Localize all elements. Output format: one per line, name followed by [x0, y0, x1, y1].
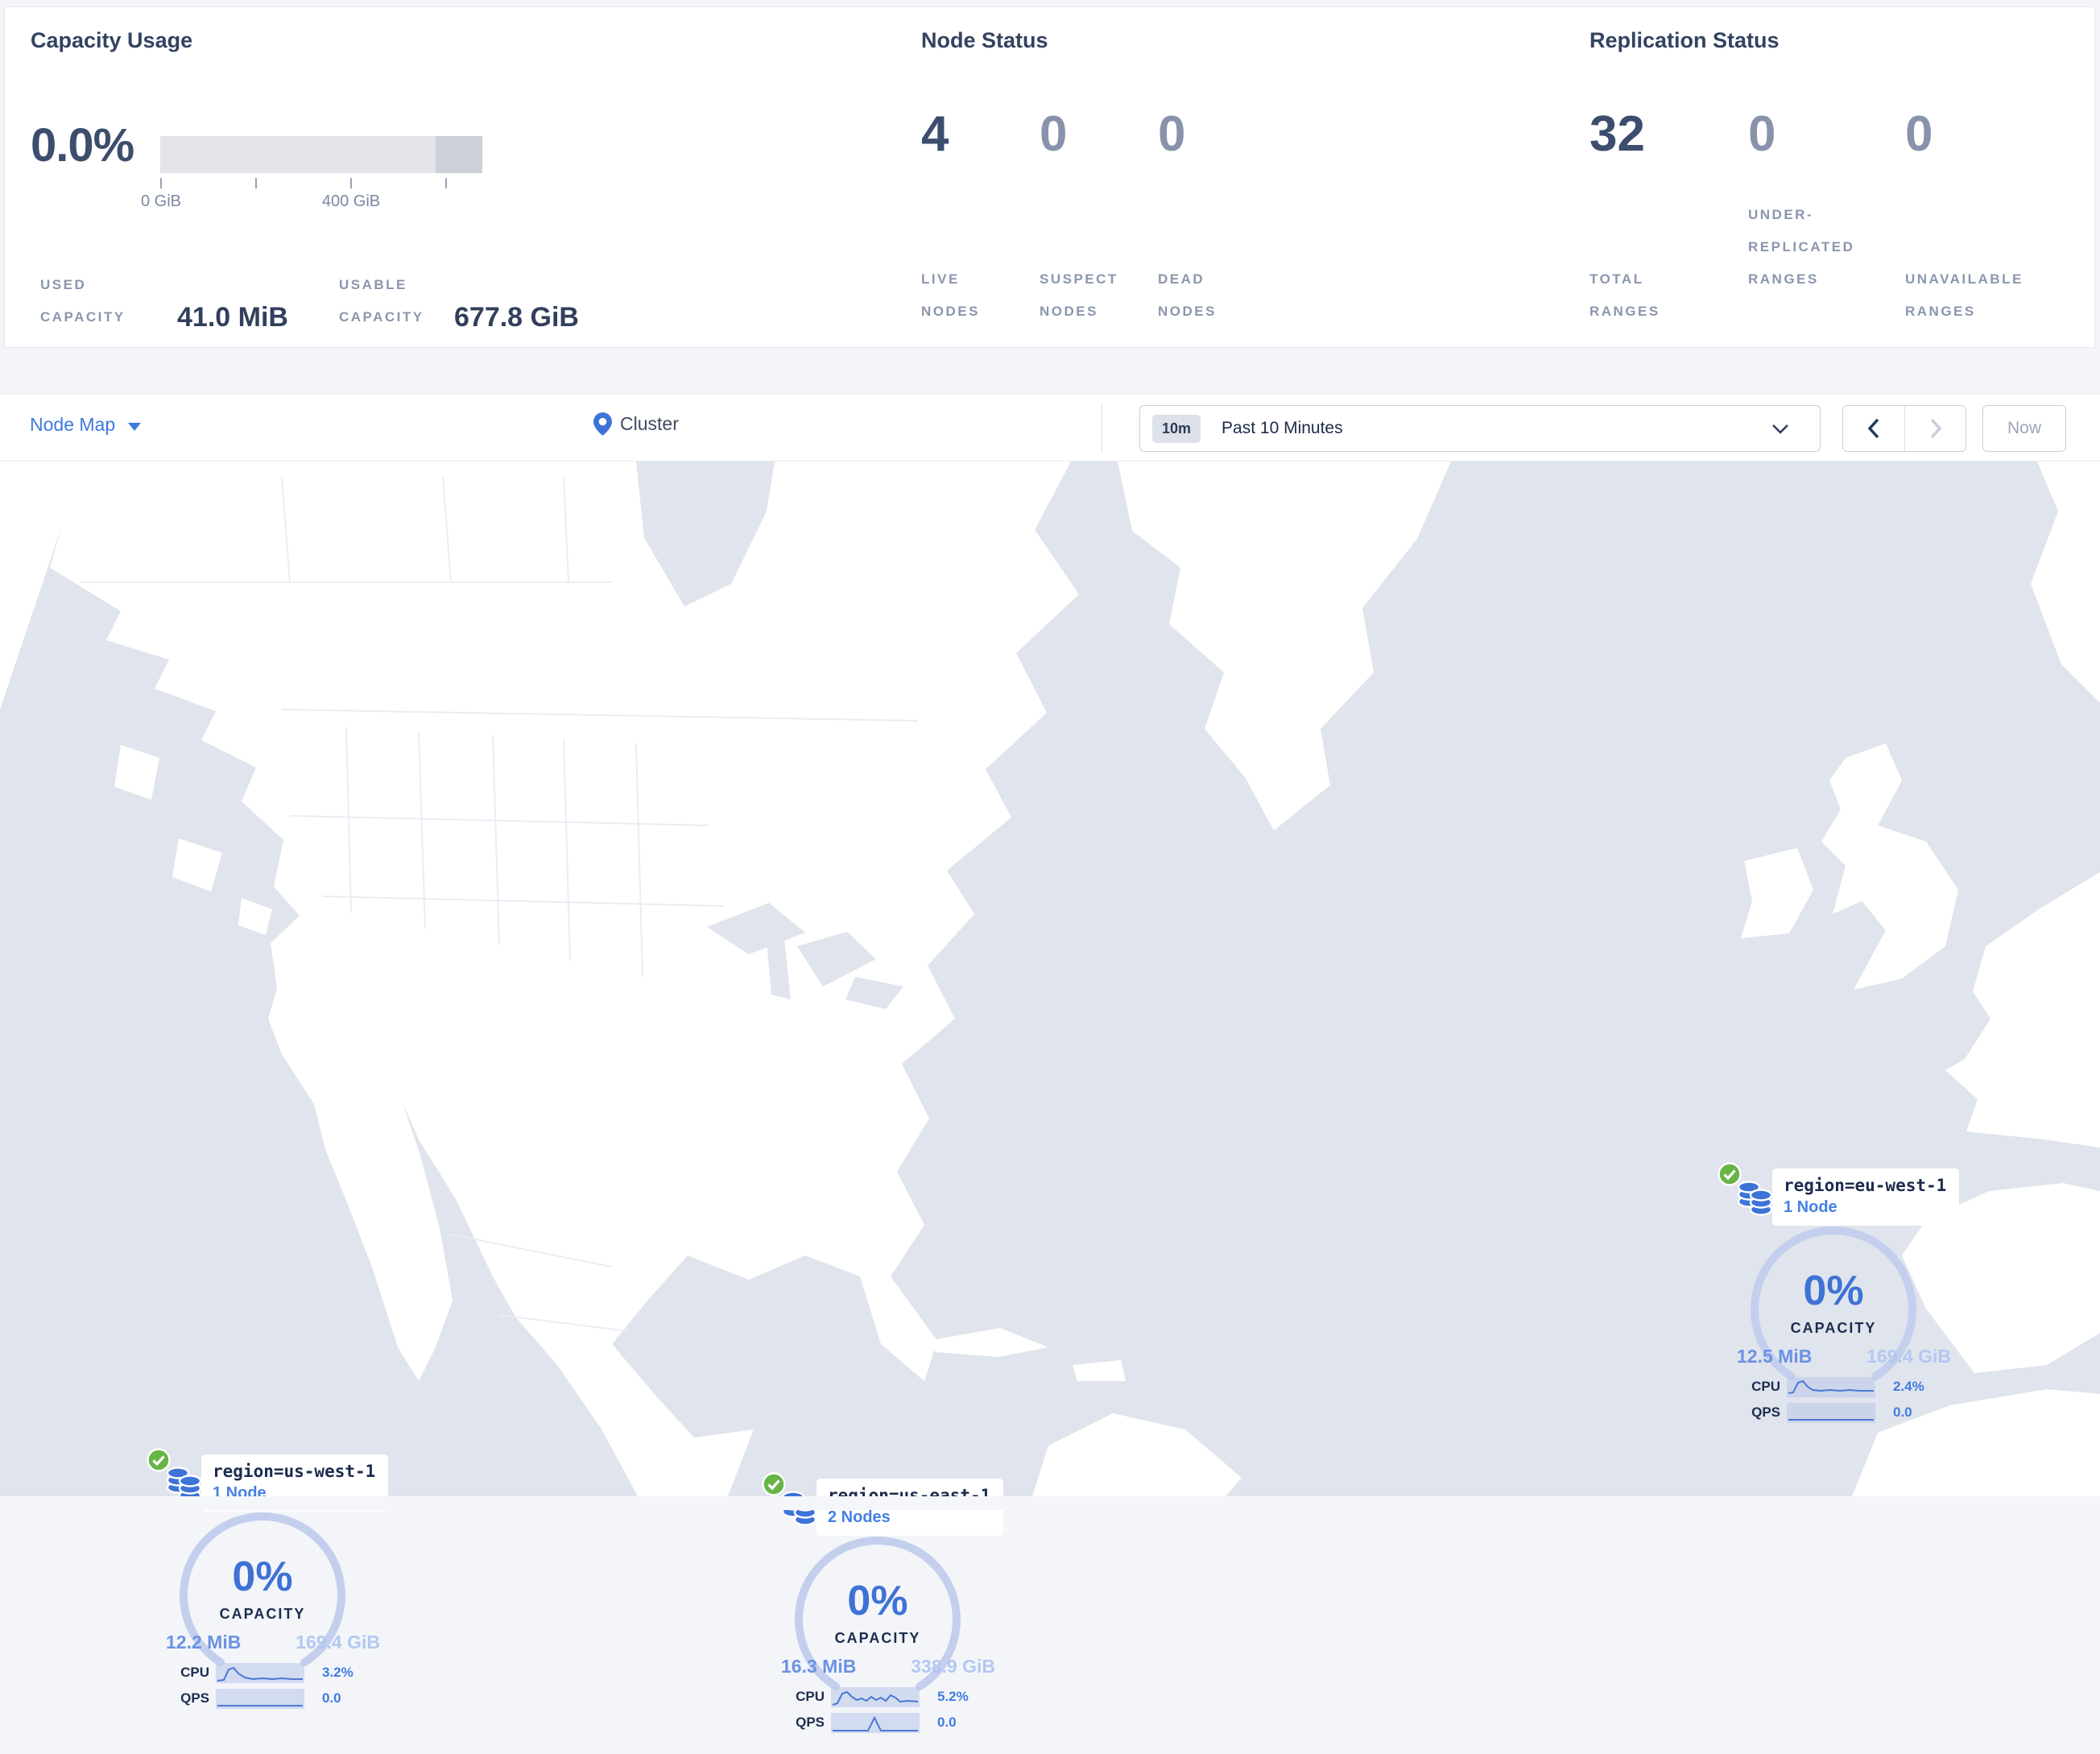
dead-nodes-count: 0 — [1158, 106, 1186, 162]
chevron-down-icon — [1772, 424, 1788, 434]
replication-status-title: Replication Status — [1589, 28, 1780, 52]
time-step-buttons — [1842, 405, 1966, 452]
now-button[interactable]: Now — [1982, 405, 2066, 452]
view-selector-label: Node Map — [30, 414, 116, 435]
region-cpu-row: CPU 3.2% — [121, 1662, 404, 1683]
live-nodes-label: LIVE NODES — [921, 271, 980, 319]
qps-value: 0.0 — [322, 1690, 341, 1706]
region-badge-us-west-1[interactable]: region=us-west-1 1 Node 0% CAPACITY 12.2… — [121, 1448, 404, 1730]
time-range-label: Past 10 Minutes — [1222, 419, 1343, 437]
qps-sparkline — [1787, 1402, 1875, 1423]
capacity-axis-tick — [160, 178, 162, 188]
region-node-count: 1 Node — [1784, 1198, 1838, 1216]
region-cpu-row: CPU 5.2% — [736, 1686, 1019, 1707]
qps-label: QPS — [796, 1715, 825, 1730]
cpu-sparkline — [216, 1662, 304, 1683]
qps-value: 0.0 — [1893, 1404, 1912, 1420]
region-name: region=us-west-1 — [213, 1462, 376, 1481]
capacity-usage-title: Capacity Usage — [31, 28, 193, 52]
gauge-percent: 0% — [1803, 1268, 1864, 1314]
cpu-value: 2.4% — [1893, 1379, 1924, 1394]
capacity-axis-label-0: 0 GiB — [140, 192, 182, 210]
under-replicated-ranges-label: UNDER- REPLICATED RANGES — [1748, 207, 1855, 287]
usable-capacity-label: USABLE CAPACITY — [339, 277, 424, 325]
cpu-value: 5.2% — [937, 1689, 969, 1704]
view-selector-dropdown[interactable]: Node Map — [30, 414, 142, 436]
region-used-capacity: 12.5 MiB — [1737, 1346, 1813, 1367]
region-qps-row: QPS 0.0 — [736, 1712, 1019, 1733]
region-total-capacity: 338.9 GiB — [911, 1656, 995, 1677]
capacity-axis-tick — [350, 178, 352, 188]
capacity-usage-bar — [160, 136, 482, 173]
breadcrumb[interactable]: Cluster — [593, 412, 679, 436]
capacity-bar-other-segment — [436, 136, 482, 173]
suspect-nodes-label: SUSPECT NODES — [1040, 271, 1118, 319]
qps-label: QPS — [180, 1690, 209, 1706]
region-qps-row: QPS 0.0 — [121, 1688, 404, 1709]
usable-capacity-value: 677.8 GiB — [454, 302, 579, 333]
region-total-capacity: 169.4 GiB — [1866, 1346, 1951, 1367]
gauge-capacity-label: CAPACITY — [219, 1606, 306, 1622]
gauge-percent: 0% — [847, 1578, 908, 1624]
breadcrumb-cluster-label: Cluster — [620, 413, 679, 434]
gauge-percent: 0% — [232, 1553, 293, 1600]
cpu-sparkline — [1787, 1376, 1875, 1397]
time-range-dropdown[interactable]: 10m Past 10 Minutes — [1139, 405, 1821, 452]
region-cpu-row: CPU 2.4% — [1692, 1376, 1975, 1397]
region-name: region=eu-west-1 — [1784, 1176, 1947, 1195]
node-map[interactable]: region=us-west-1 1 Node 0% CAPACITY 12.2… — [0, 461, 2100, 1733]
region-used-capacity: 12.2 MiB — [166, 1632, 242, 1653]
region-badge-eu-west-1[interactable]: region=eu-west-1 1 Node 0% CAPACITY 12.5… — [1692, 1162, 1975, 1444]
region-total-capacity: 169.4 GiB — [296, 1632, 380, 1653]
qps-sparkline — [831, 1712, 920, 1733]
capacity-axis-tick — [445, 178, 447, 188]
database-stack-icon — [1737, 1181, 1773, 1216]
chevron-left-icon — [1867, 418, 1879, 439]
unavailable-ranges-count: 0 — [1905, 106, 1933, 162]
capacity-axis-label-400: 400 GiB — [321, 192, 381, 210]
time-range-badge: 10m — [1152, 414, 1201, 443]
qps-sparkline — [216, 1688, 304, 1709]
suspect-nodes-count: 0 — [1040, 106, 1068, 162]
under-replicated-ranges-count: 0 — [1748, 106, 1776, 162]
total-ranges-count: 32 — [1589, 106, 1645, 162]
cpu-label: CPU — [180, 1665, 209, 1680]
footer-strip — [0, 1496, 2100, 1510]
unavailable-ranges-label: UNAVAILABLE RANGES — [1905, 271, 2024, 319]
region-node-count: 2 Nodes — [828, 1508, 891, 1526]
used-capacity-label: USED CAPACITY — [40, 277, 126, 325]
cpu-label: CPU — [1751, 1379, 1780, 1394]
region-used-capacity: 16.3 MiB — [781, 1656, 857, 1677]
cpu-sparkline — [831, 1686, 920, 1707]
cluster-summary-panel: Capacity Usage 0.0% 0 GiB 400 GiB USED C… — [4, 6, 2095, 348]
node-status-title: Node Status — [921, 28, 1048, 52]
qps-label: QPS — [1751, 1404, 1780, 1420]
capacity-usage-percent: 0.0% — [31, 119, 134, 172]
live-nodes-count: 4 — [921, 106, 949, 162]
cpu-label: CPU — [796, 1689, 825, 1704]
used-capacity-value: 41.0 MiB — [177, 302, 288, 333]
region-qps-row: QPS 0.0 — [1692, 1402, 1975, 1423]
dead-nodes-label: DEAD NODES — [1158, 271, 1217, 319]
total-ranges-label: TOTAL RANGES — [1589, 271, 1660, 319]
qps-value: 0.0 — [937, 1715, 957, 1730]
map-pin-icon — [593, 412, 612, 436]
cpu-value: 3.2% — [322, 1665, 353, 1680]
chevron-right-icon — [1930, 418, 1941, 439]
chevron-down-icon — [128, 422, 142, 431]
gauge-capacity-label: CAPACITY — [1790, 1320, 1877, 1336]
gauge-capacity-label: CAPACITY — [834, 1630, 921, 1646]
map-toolbar: Node Map Cluster 10m Past 10 Minutes Now — [0, 394, 2100, 461]
time-step-forward-button[interactable] — [1904, 406, 1966, 451]
region-badge-us-east-1[interactable]: region=us-east-1 2 Nodes 0% CAPACITY 16.… — [736, 1472, 1019, 1754]
time-step-back-button[interactable] — [1843, 406, 1904, 451]
region-label-plate[interactable]: region=eu-west-1 1 Node — [1772, 1169, 1960, 1226]
capacity-axis-tick — [255, 178, 257, 188]
